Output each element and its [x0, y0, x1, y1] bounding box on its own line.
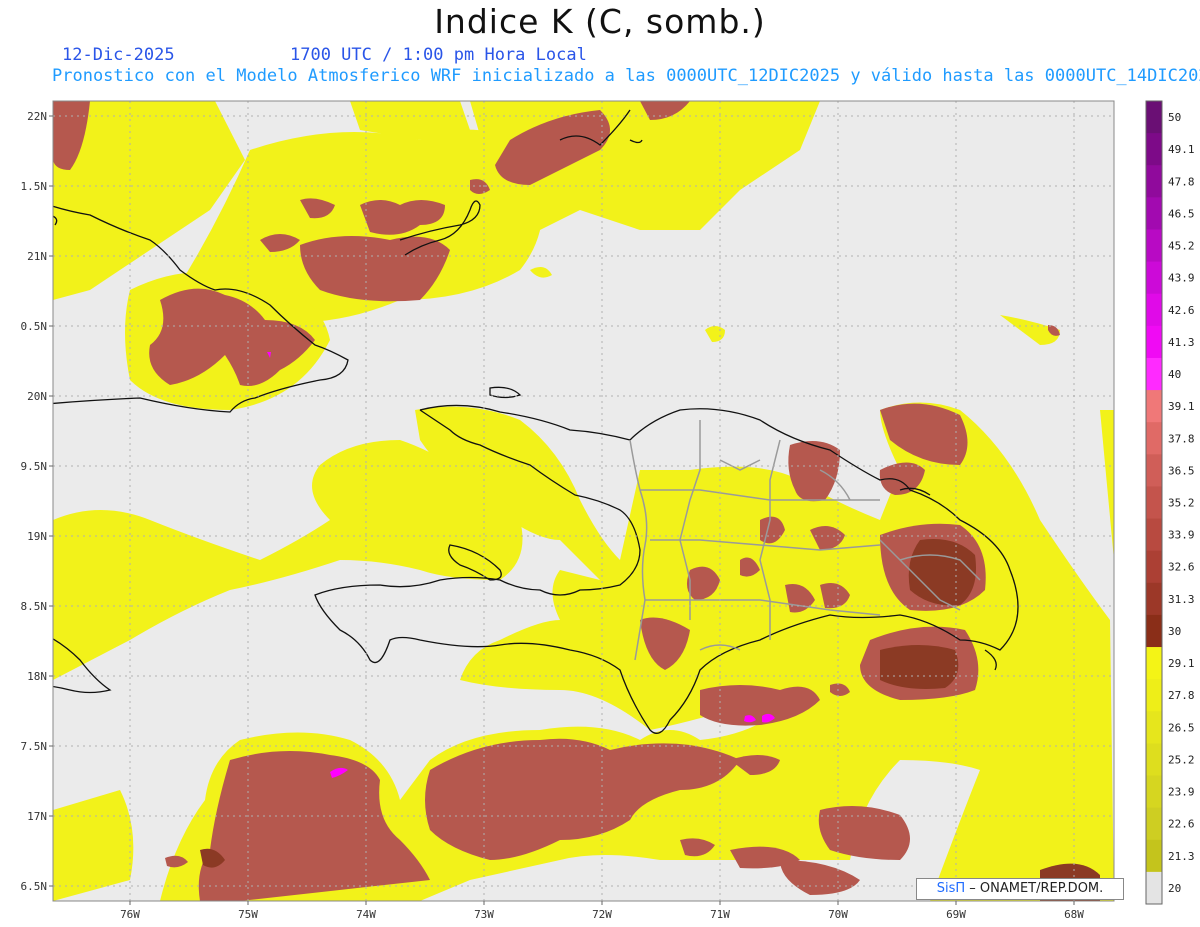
color-bar-segment — [1146, 679, 1162, 712]
lon-tick-label: 75W — [238, 908, 258, 921]
color-bar-segment — [1146, 293, 1162, 327]
lat-tick-label: 18N — [27, 670, 47, 683]
color-bar-segment — [1146, 743, 1162, 777]
color-bar-segment — [1146, 486, 1162, 520]
lon-tick-label: 69W — [946, 908, 966, 921]
color-bar-label: 20 — [1168, 882, 1181, 895]
color-bar-segment — [1146, 133, 1162, 166]
color-bar-label: 47.8 — [1168, 175, 1195, 188]
color-bar-label: 40 — [1168, 368, 1181, 381]
lat-tick-label: 7.5N — [21, 740, 48, 753]
color-bar-label: 23.9 — [1168, 786, 1195, 799]
color-bar-label: 35.2 — [1168, 497, 1195, 510]
color-bar-label: 43.9 — [1168, 272, 1195, 285]
color-bar-segment — [1146, 229, 1162, 263]
credit-box: SisΠ – ONAMET/REP.DOM. — [916, 878, 1124, 900]
color-bar-segment — [1146, 390, 1162, 423]
color-bar-segment — [1146, 197, 1162, 230]
lat-tick-label: 0.5N — [21, 320, 48, 333]
color-bar-label: 36.5 — [1168, 464, 1195, 477]
color-bar-label: 26.5 — [1168, 721, 1195, 734]
color-bar-label: 21.3 — [1168, 850, 1195, 863]
color-bar-segment — [1146, 775, 1162, 809]
color-bar-segment — [1146, 518, 1162, 552]
color-bar-label: 41.3 — [1168, 336, 1195, 349]
color-bar-segment — [1146, 422, 1162, 455]
color-bar-label: 32.6 — [1168, 561, 1195, 574]
color-bar-segment — [1146, 807, 1162, 841]
color-bar-label: 27.8 — [1168, 689, 1195, 702]
lon-tick-label: 72W — [592, 908, 612, 921]
color-bar-segment — [1146, 261, 1162, 295]
color-bar-label: 50 — [1168, 111, 1181, 124]
color-bar-segment — [1146, 101, 1162, 134]
lon-tick-label: 71W — [710, 908, 730, 921]
lon-tick-label: 73W — [474, 908, 494, 921]
color-bar-label: 30 — [1168, 625, 1181, 638]
color-bar-segment — [1146, 582, 1162, 616]
color-bar-label: 33.9 — [1168, 529, 1195, 542]
color-bar-segment — [1146, 454, 1162, 487]
color-bar-label: 39.1 — [1168, 400, 1195, 413]
lat-tick-label: 20N — [27, 390, 47, 403]
latitude-axis: 22N 1.5N 21N 0.5N 20N 9.5N 19N 8.5N 18N 7.5N 17N 6.… — [21, 110, 53, 893]
lon-tick-label: 74W — [356, 908, 376, 921]
credit-text: – ONAMET/REP.DOM. — [965, 881, 1104, 896]
lat-tick-label: 17N — [27, 810, 47, 823]
color-bar-label: 37.8 — [1168, 432, 1195, 445]
lat-tick-label: 21N — [27, 250, 47, 263]
longitude-axis: 76W 75W 74W 73W 72W 71W 70W 69W 68W — [120, 901, 1084, 921]
color-bar-label: 46.5 — [1168, 207, 1195, 220]
color-bar-label: 49.1 — [1168, 143, 1195, 156]
color-bar-segment — [1146, 839, 1162, 873]
color-bar: 50 49.1 47.8 46.5 45.2 43.9 42.6 41.3 40 39.1 37.8… — [1145, 100, 1195, 905]
color-bar-label: 42.6 — [1168, 304, 1195, 317]
color-bar-label: 25.2 — [1168, 753, 1195, 766]
color-bar-segment — [1146, 647, 1162, 680]
lat-tick-label: 1.5N — [21, 180, 48, 193]
lat-tick-label: 22N — [27, 110, 47, 123]
lon-tick-label: 76W — [120, 908, 140, 921]
lat-tick-label: 6.5N — [21, 880, 48, 893]
color-bar-segment — [1146, 711, 1162, 744]
color-bar-segment — [1146, 165, 1162, 198]
lat-tick-label: 8.5N — [21, 600, 48, 613]
lon-tick-label: 70W — [828, 908, 848, 921]
color-bar-segment — [1146, 357, 1162, 391]
color-bar-label: 31.3 — [1168, 593, 1195, 606]
lat-tick-label: 9.5N — [21, 460, 48, 473]
lat-tick-label: 19N — [27, 530, 47, 543]
color-bar-segment — [1146, 614, 1162, 648]
credit-logo: SisΠ — [936, 881, 966, 896]
color-bar-label: 22.6 — [1168, 818, 1195, 831]
color-bar-segment — [1146, 871, 1162, 905]
color-bar-segment — [1146, 550, 1162, 584]
color-bar-label: 45.2 — [1168, 240, 1195, 253]
color-bar-segment — [1146, 325, 1162, 359]
color-bar-label: 29.1 — [1168, 657, 1195, 670]
k-index-map: 22N 1.5N 21N 0.5N 20N 9.5N 19N 8.5N 18N 7.5N 17N 6.… — [21, 100, 1195, 921]
lon-tick-label: 68W — [1064, 908, 1084, 921]
